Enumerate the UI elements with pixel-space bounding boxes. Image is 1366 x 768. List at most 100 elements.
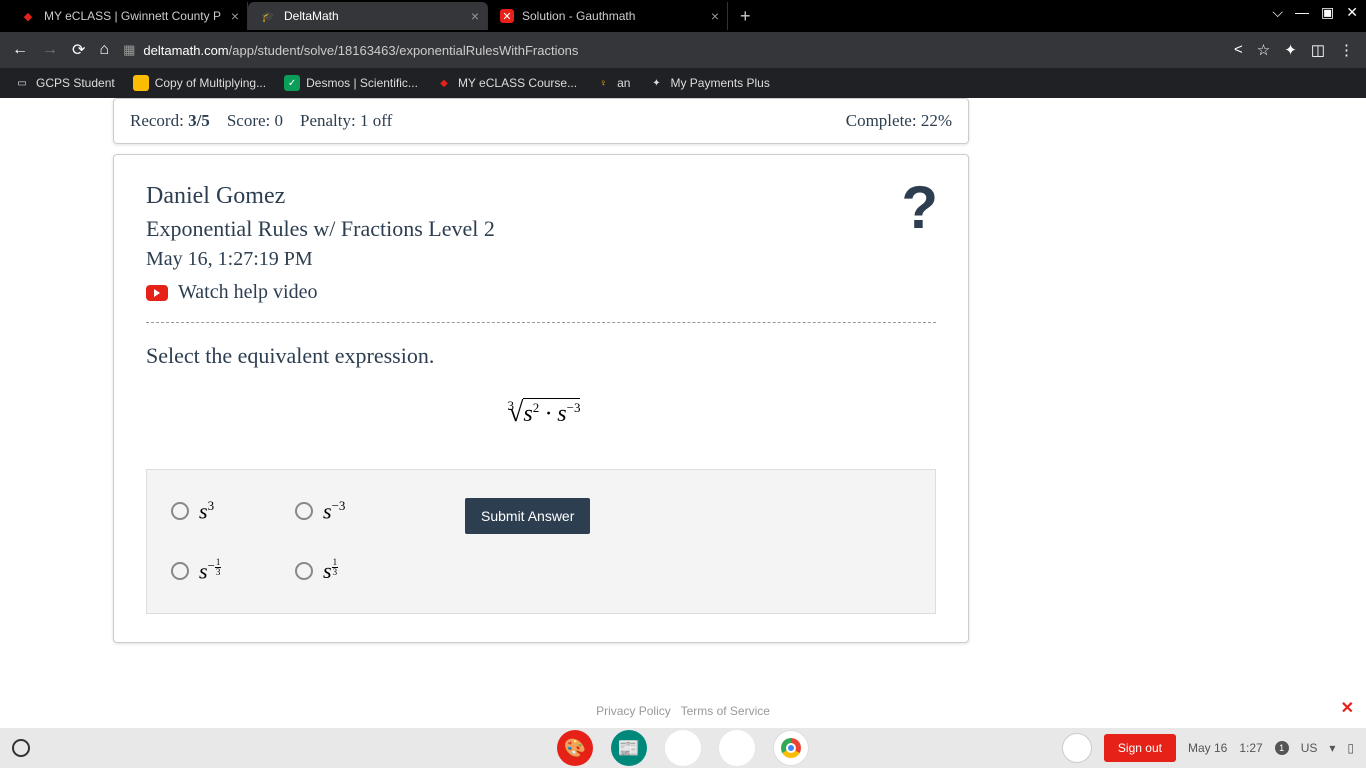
- back-button[interactable]: ←: [12, 41, 28, 59]
- bookmark-eclass[interactable]: ◆MY eCLASS Course...: [436, 75, 577, 91]
- browser-tab-bar: ◆ MY eCLASS | Gwinnett County P × 🎓 Delt…: [0, 0, 1366, 32]
- avatar-icon[interactable]: [1062, 733, 1092, 763]
- address-field[interactable]: ▦ deltamath.com/app/student/solve/181634…: [123, 42, 1220, 58]
- tab-deltamath[interactable]: 🎓 DeltaMath ×: [248, 2, 488, 30]
- minimize-icon[interactable]: —: [1295, 4, 1309, 21]
- tray-time: 1:27: [1239, 741, 1262, 755]
- divider: [146, 322, 936, 323]
- radio-icon[interactable]: [295, 562, 313, 580]
- tos-link[interactable]: Terms of Service: [681, 704, 770, 718]
- close-icon[interactable]: ×: [471, 8, 479, 24]
- bookmark-gcps[interactable]: ▭GCPS Student: [14, 75, 115, 91]
- url-domain: deltamath.com: [143, 43, 228, 58]
- chrome-app-icon[interactable]: [773, 730, 809, 766]
- radio-icon[interactable]: [295, 502, 313, 520]
- watch-label: Watch help video: [178, 281, 317, 304]
- doc-icon: [133, 75, 149, 91]
- options-grid: s3 s−3 s−13 s13: [171, 498, 405, 585]
- chevron-down-icon[interactable]: ⌵: [1272, 4, 1283, 21]
- complete-value: 22%: [921, 111, 952, 130]
- puzzle-icon: ✦: [648, 75, 664, 91]
- taskbar: 🎨 📰 ▲ ▶ Sign out May 16 1:27 1 US ▾ ▯: [0, 728, 1366, 768]
- signout-button[interactable]: Sign out: [1104, 734, 1176, 762]
- folder-icon: ▭: [14, 75, 30, 91]
- bookmark-payments[interactable]: ✦My Payments Plus: [648, 75, 769, 91]
- system-tray: Sign out May 16 1:27 1 US ▾ ▯: [1062, 733, 1354, 763]
- page-content: Record: 3/5 Score: 0 Penalty: 1 off Comp…: [0, 98, 1366, 728]
- palette-app-icon[interactable]: 🎨: [557, 730, 593, 766]
- watch-help-video[interactable]: Watch help video: [146, 281, 936, 304]
- radio-icon[interactable]: [171, 502, 189, 520]
- site-info-icon[interactable]: ▦: [123, 42, 135, 58]
- reload-button[interactable]: ⟳: [72, 40, 85, 60]
- question-prompt: Select the equivalent expression.: [146, 343, 936, 369]
- favicon: ✕: [500, 9, 514, 23]
- favicon: 🎓: [260, 8, 276, 24]
- penalty-label: Penalty:: [300, 111, 356, 130]
- tab-eclass[interactable]: ◆ MY eCLASS | Gwinnett County P ×: [8, 2, 248, 30]
- drive-app-icon[interactable]: ▲: [665, 730, 701, 766]
- taskbar-apps: 🎨 📰 ▲ ▶: [557, 730, 809, 766]
- record-label: Record:: [130, 111, 184, 130]
- tray-date: May 16: [1188, 741, 1227, 755]
- tab-gauthmath[interactable]: ✕ Solution - Gauthmath ×: [488, 2, 728, 30]
- score-value: 0: [275, 111, 284, 130]
- root-index: 3: [508, 398, 515, 413]
- expression: 3√s2 · s−3: [146, 397, 936, 429]
- close-window-icon[interactable]: ✕: [1346, 4, 1358, 21]
- submit-button[interactable]: Submit Answer: [465, 498, 590, 534]
- option-d[interactable]: s13: [295, 558, 405, 584]
- complete-label: Complete:: [846, 111, 917, 130]
- student-name: Daniel Gomez: [146, 183, 936, 210]
- tab-title: Solution - Gauthmath: [522, 9, 635, 23]
- launcher-icon[interactable]: [12, 739, 30, 757]
- bookmark-copy[interactable]: Copy of Multiplying...: [133, 75, 266, 91]
- privacy-link[interactable]: Privacy Policy: [596, 704, 671, 718]
- favicon: ◆: [20, 8, 36, 24]
- close-icon[interactable]: ×: [231, 8, 239, 24]
- close-notification-icon[interactable]: ✕: [1341, 698, 1354, 718]
- status-card: Record: 3/5 Score: 0 Penalty: 1 off Comp…: [113, 98, 969, 144]
- panel-icon[interactable]: ◫: [1311, 41, 1325, 59]
- tab-title: MY eCLASS | Gwinnett County P: [44, 9, 221, 23]
- penalty-value: 1 off: [360, 111, 392, 130]
- url-path: /app/student/solve/18163463/exponentialR…: [229, 43, 579, 58]
- play-app-icon[interactable]: ▶: [719, 730, 755, 766]
- maximize-icon[interactable]: ▣: [1321, 4, 1334, 21]
- option-a[interactable]: s3: [171, 498, 281, 524]
- menu-icon[interactable]: ⋮: [1339, 41, 1354, 59]
- window-controls: ⌵ — ▣ ✕: [1272, 4, 1358, 21]
- forward-button[interactable]: →: [42, 41, 58, 59]
- bookmark-star-icon[interactable]: ☆: [1257, 41, 1270, 59]
- help-icon[interactable]: ?: [901, 173, 938, 242]
- url-bar: ← → ⟳ ⌂ ▦ deltamath.com/app/student/solv…: [0, 32, 1366, 68]
- battery-icon[interactable]: ▯: [1347, 741, 1354, 755]
- new-tab-button[interactable]: +: [728, 6, 763, 27]
- bookmark-desmos[interactable]: ✓Desmos | Scientific...: [284, 75, 418, 91]
- option-c[interactable]: s−13: [171, 558, 281, 584]
- tray-lang: US: [1301, 741, 1318, 755]
- notification-badge[interactable]: 1: [1275, 741, 1289, 755]
- check-icon: ✓: [284, 75, 300, 91]
- footer-links: Privacy Policy Terms of Service: [0, 704, 1366, 718]
- tab-title: DeltaMath: [284, 9, 339, 23]
- bookmark-an[interactable]: ♀an: [595, 75, 630, 91]
- record-value: 3/5: [188, 111, 210, 130]
- radio-icon[interactable]: [171, 562, 189, 580]
- score-label: Score:: [227, 111, 270, 130]
- youtube-icon: [146, 285, 168, 301]
- assignment-title: Exponential Rules w/ Fractions Level 2: [146, 216, 936, 242]
- option-b[interactable]: s−3: [295, 498, 405, 524]
- bulb-icon: ♀: [595, 75, 611, 91]
- bookmarks-bar: ▭GCPS Student Copy of Multiplying... ✓De…: [0, 68, 1366, 98]
- question-card: ? Daniel Gomez Exponential Rules w/ Frac…: [113, 154, 969, 643]
- diamond-icon: ◆: [436, 75, 452, 91]
- home-button[interactable]: ⌂: [99, 41, 109, 59]
- news-app-icon[interactable]: 📰: [611, 730, 647, 766]
- close-icon[interactable]: ×: [711, 8, 719, 24]
- extensions-icon[interactable]: ✦: [1284, 41, 1297, 59]
- share-icon[interactable]: <: [1234, 41, 1243, 59]
- answer-box: s3 s−3 s−13 s13 Submit Answer: [146, 469, 936, 614]
- wifi-icon[interactable]: ▾: [1329, 741, 1335, 755]
- datetime: May 16, 1:27:19 PM: [146, 248, 936, 271]
